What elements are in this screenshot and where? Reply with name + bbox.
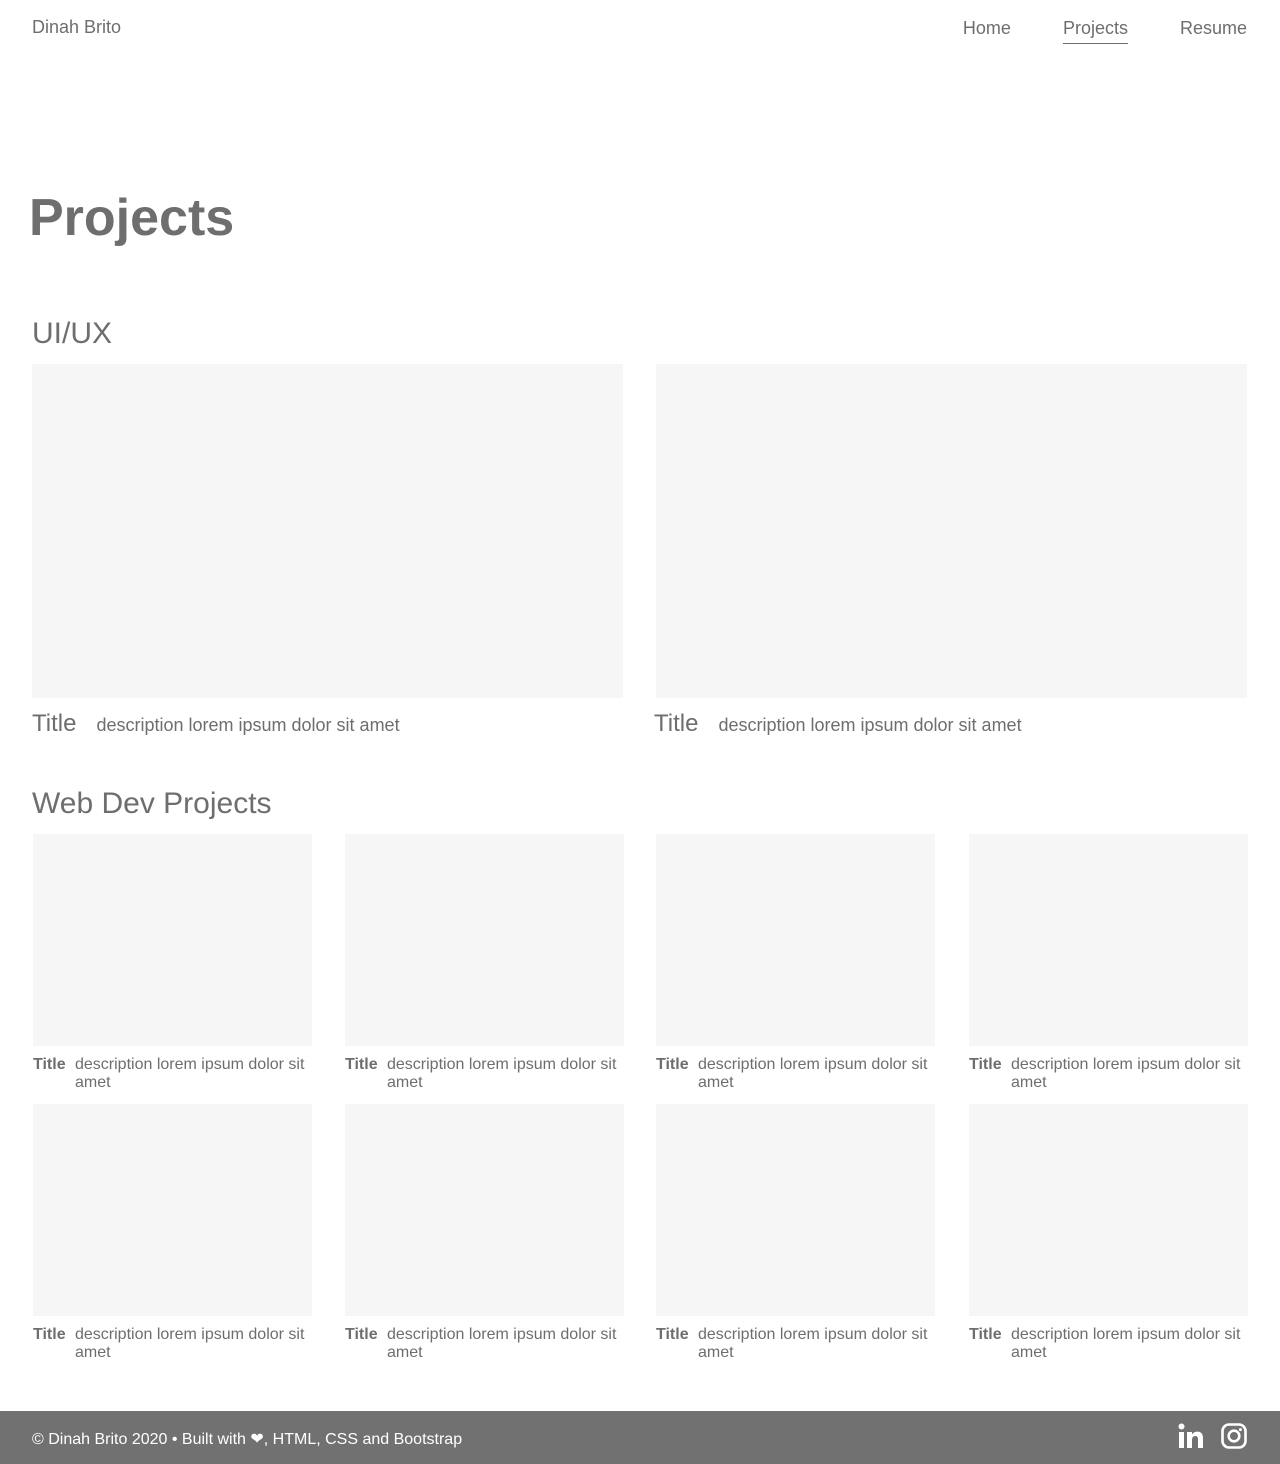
linkedin-link[interactable] — [1178, 1422, 1204, 1450]
project-image-placeholder[interactable] — [32, 364, 623, 698]
brand-link[interactable]: Dinah Brito — [32, 17, 121, 38]
social-links — [1161, 1422, 1247, 1450]
uiux-project-card[interactable]: Title description lorem ipsum dolor sit … — [32, 364, 623, 738]
project-caption: Title description lorem ipsum dolor sit … — [969, 1326, 1248, 1362]
project-image-placeholder[interactable] — [345, 1104, 624, 1316]
project-title: Title — [33, 1056, 66, 1073]
webdev-project-card[interactable]: Title description lorem ipsum dolor sit … — [969, 834, 1248, 1092]
project-description: description lorem ipsum dolor sit amet — [387, 1326, 617, 1361]
project-title: Title — [33, 1326, 66, 1343]
project-caption: Title description lorem ipsum dolor sit … — [969, 1056, 1248, 1092]
project-caption: Title description lorem ipsum dolor sit … — [656, 1326, 935, 1362]
nav-projects-link[interactable]: Projects — [1062, 17, 1128, 44]
project-description: description lorem ipsum dolor sit amet — [75, 1326, 305, 1361]
project-caption: Title description lorem ipsum dolor sit … — [654, 710, 1247, 738]
project-image-placeholder[interactable] — [969, 834, 1248, 1046]
webdev-project-card[interactable]: Title description lorem ipsum dolor sit … — [33, 1104, 312, 1362]
nav-resume-link[interactable]: Resume — [1180, 17, 1247, 44]
project-image-placeholder[interactable] — [656, 1104, 935, 1316]
project-description: description lorem ipsum dolor sit amet — [698, 1056, 928, 1091]
footer-copyright: © Dinah Brito 2020 • Built with ❤, HTML,… — [32, 1431, 463, 1448]
project-title: Title — [345, 1326, 378, 1343]
webdev-project-card[interactable]: Title description lorem ipsum dolor sit … — [969, 1104, 1248, 1362]
webdev-project-card[interactable]: Title description lorem ipsum dolor sit … — [656, 834, 935, 1092]
instagram-link[interactable] — [1221, 1422, 1247, 1450]
project-description: description lorem ipsum dolor sit amet — [1011, 1056, 1241, 1091]
project-title: Title — [345, 1056, 378, 1073]
project-description: description lorem ipsum dolor sit amet — [387, 1056, 617, 1091]
webdev-project-card[interactable]: Title description lorem ipsum dolor sit … — [33, 834, 312, 1092]
project-caption: Title description lorem ipsum dolor sit … — [345, 1056, 624, 1092]
uiux-heading: UI/UX — [32, 317, 113, 350]
project-image-placeholder[interactable] — [656, 364, 1247, 698]
instagram-icon — [1221, 1423, 1247, 1449]
uiux-project-card[interactable]: Title description lorem ipsum dolor sit … — [654, 364, 1247, 738]
project-title: Title — [656, 1326, 689, 1343]
project-caption: Title description lorem ipsum dolor sit … — [33, 1056, 312, 1092]
project-image-placeholder[interactable] — [969, 1104, 1248, 1316]
main-nav: Home Projects Resume — [911, 17, 1247, 44]
project-caption: Title description lorem ipsum dolor sit … — [345, 1326, 624, 1362]
project-image-placeholder[interactable] — [33, 834, 312, 1046]
webdev-project-card[interactable]: Title description lorem ipsum dolor sit … — [345, 834, 624, 1092]
project-caption: Title description lorem ipsum dolor sit … — [32, 710, 623, 738]
project-title: Title — [32, 710, 77, 737]
project-description: description lorem ipsum dolor sit amet — [698, 1326, 928, 1361]
project-description: description lorem ipsum dolor sit amet — [718, 715, 1022, 735]
project-title: Title — [969, 1326, 1002, 1343]
page-title: Projects — [29, 189, 235, 247]
project-image-placeholder[interactable] — [33, 1104, 312, 1316]
project-title: Title — [656, 1056, 689, 1073]
project-description: description lorem ipsum dolor sit amet — [1011, 1326, 1241, 1361]
webdev-heading: Web Dev Projects — [32, 787, 272, 820]
project-title: Title — [969, 1056, 1002, 1073]
nav-home-link[interactable]: Home — [963, 17, 1011, 44]
project-description: description lorem ipsum dolor sit amet — [75, 1056, 305, 1091]
webdev-project-card[interactable]: Title description lorem ipsum dolor sit … — [656, 1104, 935, 1362]
project-caption: Title description lorem ipsum dolor sit … — [656, 1056, 935, 1092]
project-description: description lorem ipsum dolor sit amet — [96, 715, 400, 735]
webdev-project-card[interactable]: Title description lorem ipsum dolor sit … — [345, 1104, 624, 1362]
project-image-placeholder[interactable] — [656, 834, 935, 1046]
project-image-placeholder[interactable] — [345, 834, 624, 1046]
footer: © Dinah Brito 2020 • Built with ❤, HTML,… — [0, 1411, 1280, 1464]
project-title: Title — [654, 710, 699, 737]
project-caption: Title description lorem ipsum dolor sit … — [33, 1326, 312, 1362]
linkedin-icon — [1178, 1423, 1203, 1448]
